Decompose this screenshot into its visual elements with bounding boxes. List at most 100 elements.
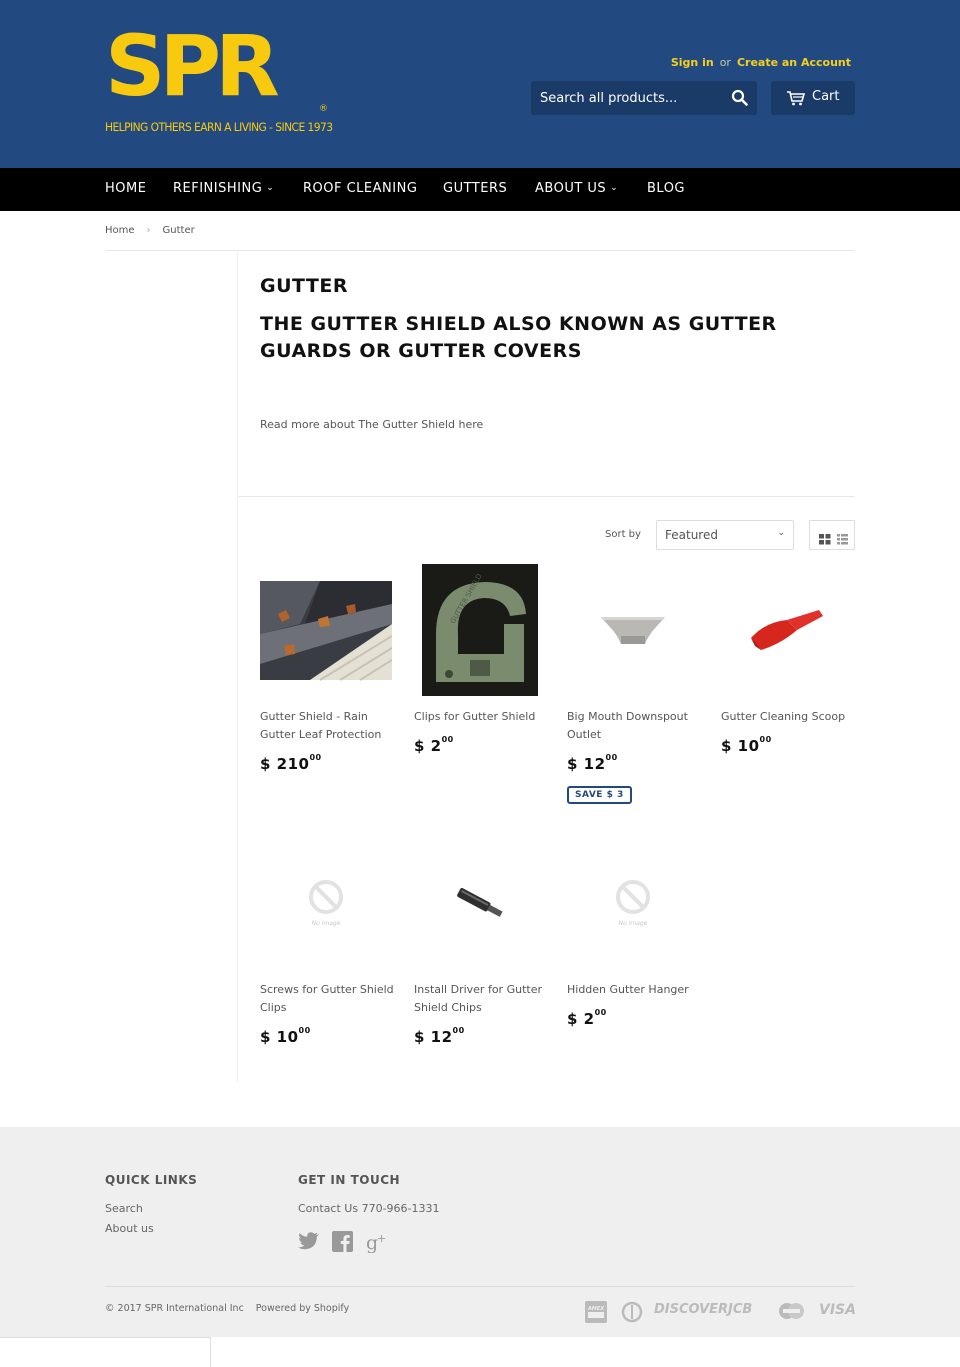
bottom-panel [0,1337,211,1367]
breadcrumb-home-link[interactable]: Home [105,225,135,236]
breadcrumb-separator: › [146,225,151,236]
chevron-down-icon: ⌄ [266,183,275,193]
create-account-link[interactable]: Create an Account [737,56,851,69]
nav-item-roof-cleaning[interactable]: ROOF CLEANING [303,181,417,196]
divider [105,1286,855,1287]
product-image-downspout[interactable] [567,564,699,696]
sign-in-link[interactable]: Sign in [671,56,714,69]
product-title[interactable]: Big Mouth Downspout Outlet [567,708,702,744]
cart-icon [786,90,806,110]
no-image-placeholder[interactable]: No image [567,837,699,969]
product-price: $ 1000 [260,1026,311,1046]
price-whole: $ 10 [260,1028,299,1046]
divider [105,250,855,251]
view-toggle [809,520,855,550]
divider [238,496,855,497]
price-cents: 00 [605,753,618,762]
sort-by-label: Sort by [605,529,641,540]
cart-label: Cart [812,89,840,104]
sort-select[interactable]: Featured ⌄ [656,520,794,550]
logo-text: SPR [105,17,280,115]
visa-icon: VISA [819,1302,856,1318]
grid-view-icon[interactable] [819,530,831,549]
price-cents: 00 [298,1026,311,1035]
quick-links-heading: QUICK LINKS [105,1173,198,1187]
breadcrumb: Home › Gutter [105,225,195,236]
copyright: © 2017 SPR International Inc Powered by S… [105,1303,349,1314]
nav-item-about-us[interactable]: ABOUT US ⌄ [535,181,618,196]
price-cents: 00 [309,753,322,762]
jcb-icon: JCB [728,1302,753,1317]
product-title[interactable]: Gutter Shield - Rain Gutter Leaf Protect… [260,708,395,744]
nav-item-gutters[interactable]: GUTTERS [443,181,507,196]
google-plus-icon[interactable]: g + [366,1231,388,1257]
chevron-down-icon: ⌄ [610,183,619,193]
search-form [531,81,757,115]
price-cents: 00 [441,735,454,744]
product-price: $ 200 [567,1008,607,1028]
cart-button[interactable]: Cart [771,81,855,115]
account-links: Sign in or Create an Account [671,56,851,69]
product-image-scoop[interactable] [721,564,853,696]
product-price: $ 1200 [567,753,618,773]
chevron-down-icon: ⌄ [777,528,785,538]
list-view-icon[interactable] [837,530,848,549]
nav-item-home[interactable]: HOME [105,181,146,196]
search-icon[interactable] [731,89,749,107]
product-title[interactable]: Screws for Gutter Shield Clips [260,981,395,1017]
nav-item-label: GUTTERS [443,181,508,196]
nav-item-label: ABOUT US [535,181,607,196]
product-price: $ 21000 [260,753,322,773]
site-header: SPR ® HELPING OTHERS EARN A LIVING - SIN… [0,0,960,168]
product-title[interactable]: Hidden Gutter Hanger [567,981,702,999]
no-image-placeholder[interactable]: No image [260,837,392,969]
breadcrumb-current: Gutter [162,225,195,236]
nav-item-label: HOME [105,181,147,196]
price-whole: $ 210 [260,755,310,773]
product-price: $ 200 [414,735,454,755]
price-cents: 00 [759,735,772,744]
collection-subtitle: THE GUTTER SHIELD ALSO KNOWN AS GUTTER G… [260,313,777,362]
sort-selected-value: Featured [665,528,718,542]
product-image-gutter-shield[interactable] [260,564,393,696]
search-input[interactable] [531,81,721,115]
facebook-icon[interactable] [332,1231,353,1256]
product-title[interactable]: Gutter Cleaning Scoop [721,708,856,726]
or-text: or [719,56,731,69]
spr-logo[interactable]: SPR ® HELPING OTHERS EARN A LIVING - SIN… [105,24,337,138]
logo-registered-mark: ® [319,104,328,114]
powered-by-link[interactable]: Powered by Shopify [256,1303,349,1314]
nav-item-refinishing[interactable]: REFINISHING ⌄ [173,181,274,196]
product-price: $ 1200 [414,1026,465,1046]
contact-text: Contact Us 770-966-1331 [298,1202,440,1215]
no-image-text: No image [619,920,648,927]
main-nav: HOME REFINISHING ⌄ ROOF CLEANING GUTTERS … [0,168,960,211]
product-title[interactable]: Install Driver for Gutter Shield Chips [414,981,549,1017]
price-whole: $ 12 [567,755,606,773]
nav-item-label: REFINISHING [173,181,263,196]
price-whole: $ 2 [414,737,442,755]
mastercard-icon [778,1301,805,1325]
discover-icon: DISCOVER [654,1302,729,1317]
product-image-install-driver[interactable] [414,837,546,969]
copyright-text: © 2017 SPR International Inc [105,1303,244,1314]
site-footer: QUICK LINKS Search About us GET IN TOUCH… [0,1127,960,1337]
logo-tagline: HELPING OTHERS EARN A LIVING - SINCE 197… [105,120,333,134]
twitter-icon[interactable] [298,1231,320,1255]
payment-label: AMEX [587,1306,605,1312]
price-whole: $ 2 [567,1010,595,1028]
get-in-touch-heading: GET IN TOUCH [298,1173,401,1187]
footer-link-about-us[interactable]: About us [105,1222,154,1235]
collection-description-link[interactable]: Read more about The Gutter Shield here [260,418,483,431]
nav-item-blog[interactable]: BLOG [647,181,685,196]
product-title[interactable]: Clips for Gutter Shield [414,708,549,726]
footer-link-search[interactable]: Search [105,1202,143,1215]
price-cents: 00 [594,1008,607,1017]
product-image-clip[interactable]: GUTTER SHIELD [414,564,546,696]
price-whole: $ 10 [721,737,760,755]
sale-badge: SAVE $ 3 [567,786,632,804]
no-image-text: No image [312,920,341,927]
sidebar-divider [237,252,238,1082]
product-price: $ 1000 [721,735,772,755]
nav-item-label: ROOF CLEANING [303,181,418,196]
